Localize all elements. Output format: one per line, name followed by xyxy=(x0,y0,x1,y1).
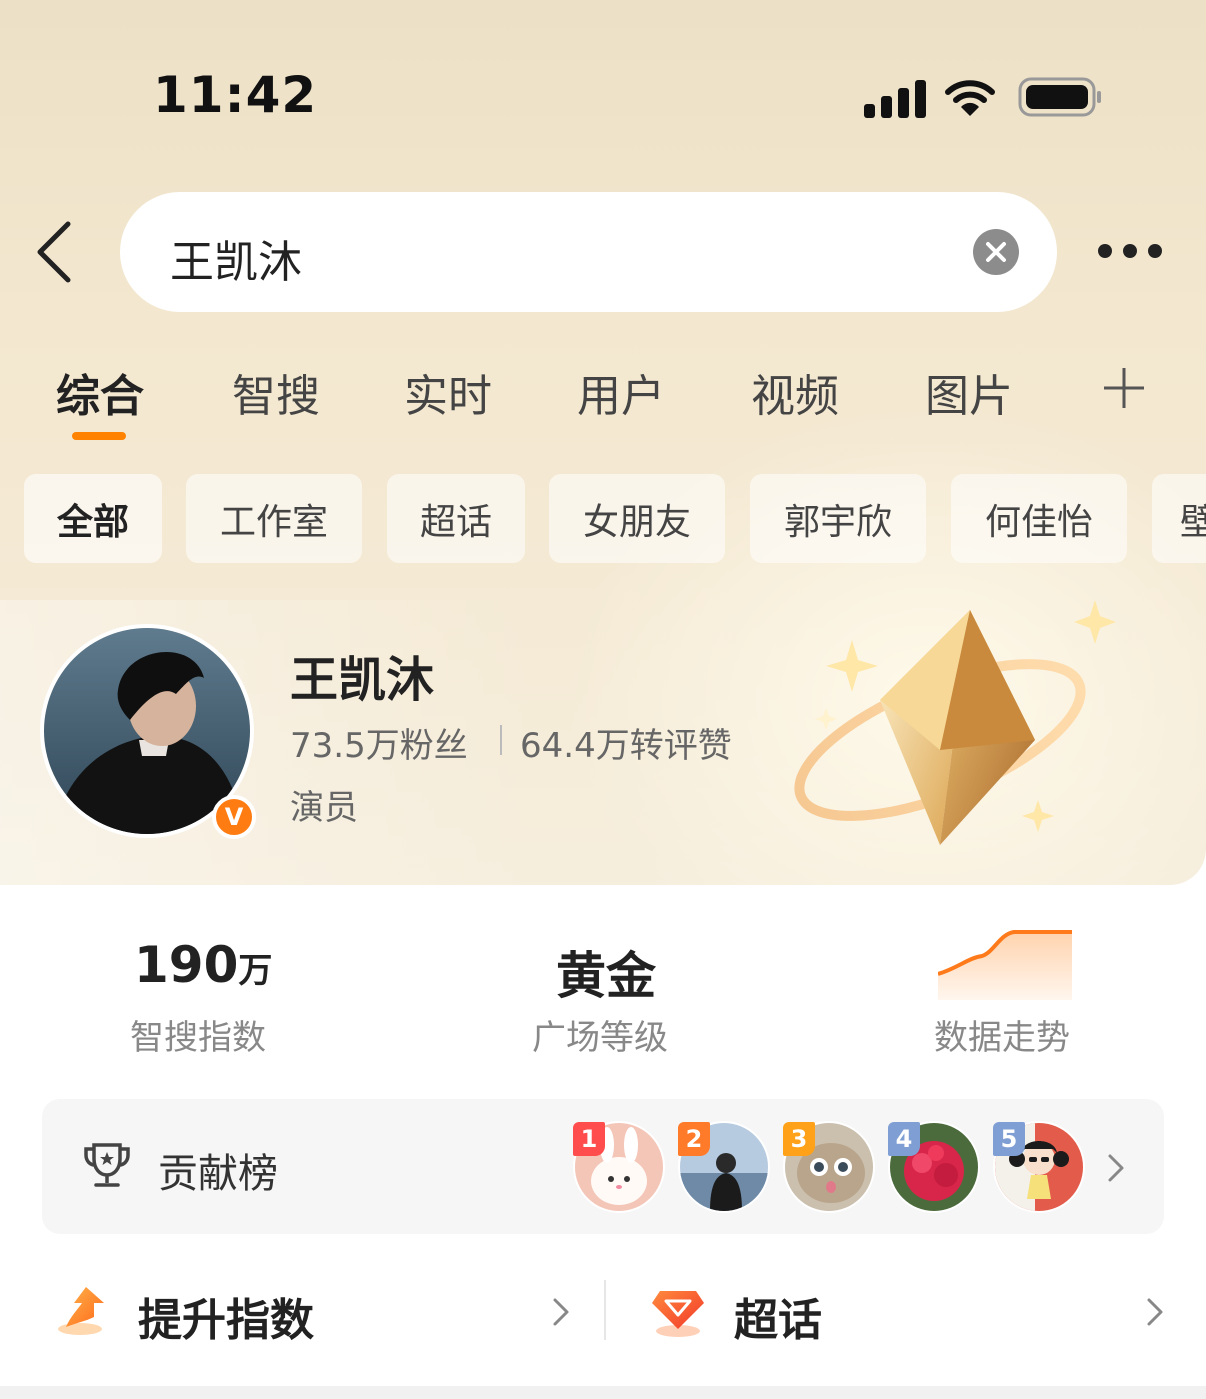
back-button[interactable] xyxy=(30,218,80,286)
more-options-button[interactable] xyxy=(1094,238,1166,266)
tab-images[interactable]: 图片 xyxy=(925,360,1013,424)
smart-index-label[interactable]: 智搜指数 xyxy=(130,1010,266,1059)
tab-users[interactable]: 用户 xyxy=(577,360,665,424)
chevron-right-icon[interactable] xyxy=(550,1294,572,1330)
rank-4-badge: 4 xyxy=(888,1122,920,1156)
chevron-right-icon[interactable] xyxy=(1144,1294,1166,1330)
rank-2-badge: 2 xyxy=(678,1122,710,1156)
filter-chip-he-jiayi[interactable]: 何佳怡 xyxy=(951,474,1127,563)
profile-name[interactable]: 王凯沐 xyxy=(290,640,434,710)
rank-1-badge: 1 xyxy=(573,1122,605,1156)
plaza-level-value: 黄金 xyxy=(556,947,656,1005)
active-tab-indicator xyxy=(72,432,126,440)
tab-realtime[interactable]: 实时 xyxy=(404,360,492,424)
rank-5-badge: 5 xyxy=(993,1122,1025,1156)
wifi-icon xyxy=(944,78,996,118)
tab-smart-search[interactable]: 智搜 xyxy=(232,360,320,424)
profile-role: 演员 xyxy=(290,788,358,828)
smart-index-value: 190万 xyxy=(134,936,273,994)
section-separator xyxy=(0,1386,1206,1399)
stats-divider xyxy=(500,725,502,755)
filter-chip-girlfriend[interactable]: 女朋友 xyxy=(549,474,725,563)
cellular-signal-icon xyxy=(864,78,928,118)
filter-chip-guo-yuxin[interactable]: 郭宇欣 xyxy=(750,474,926,563)
trophy-icon xyxy=(80,1139,134,1193)
status-time: 11:42 xyxy=(153,66,318,124)
filter-chip-studio[interactable]: 工作室 xyxy=(186,474,362,563)
add-tab-icon[interactable] xyxy=(1100,364,1148,412)
filter-chip-all[interactable]: 全部 xyxy=(24,474,162,563)
boost-arrow-icon xyxy=(56,1283,112,1339)
gold-crystal-icon xyxy=(790,600,1130,860)
profile-interaction-count: 64.4万转评赞 xyxy=(520,726,732,766)
rank-3-badge: 3 xyxy=(783,1122,815,1156)
data-trend-chart-icon[interactable] xyxy=(937,928,1072,1000)
tab-videos[interactable]: 视频 xyxy=(751,360,839,424)
filter-chip-supertopic[interactable]: 超话 xyxy=(387,474,525,563)
search-query-text: 王凯沐 xyxy=(170,237,302,288)
supertopic-label[interactable]: 超话 xyxy=(734,1284,822,1348)
search-input[interactable]: 王凯沐 xyxy=(120,192,1057,312)
chevron-right-icon[interactable] xyxy=(1104,1150,1128,1186)
profile-fans-count: 73.5万粉丝 xyxy=(290,726,468,766)
contribution-label: 贡献榜 xyxy=(158,1151,278,1197)
verified-badge: V xyxy=(212,795,256,839)
bottom-divider xyxy=(604,1280,606,1340)
supertopic-diamond-icon xyxy=(650,1283,706,1339)
clear-search-button[interactable] xyxy=(973,229,1019,275)
boost-index-label[interactable]: 提升指数 xyxy=(138,1284,314,1348)
plaza-level-label[interactable]: 广场等级 xyxy=(532,1010,668,1059)
data-trend-label[interactable]: 数据走势 xyxy=(934,1010,1070,1059)
battery-icon xyxy=(1018,77,1102,117)
filter-chip-partial[interactable]: 壁 xyxy=(1152,474,1206,563)
tab-comprehensive[interactable]: 综合 xyxy=(56,360,144,424)
